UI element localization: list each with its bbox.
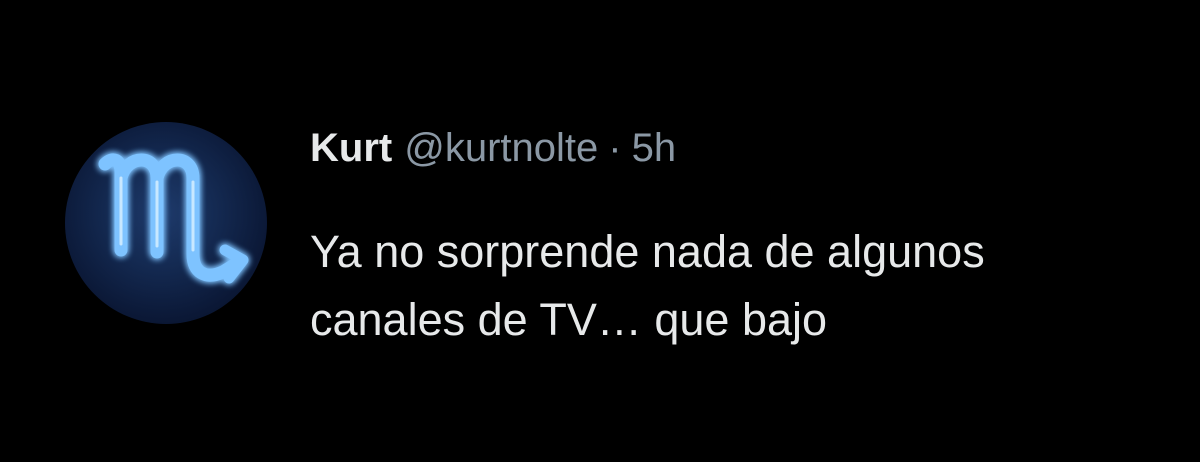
tweet-text-line: Ya no sorprende nada de algunos (310, 226, 985, 277)
author-display-name[interactable]: Kurt (310, 126, 392, 170)
tweet-card[interactable]: Kurt @kurtnolte · 5h Ya no sorprende nada d… (0, 0, 1200, 462)
avatar[interactable] (65, 122, 267, 324)
meta-separator: · (608, 126, 622, 170)
tweet-header: Kurt @kurtnolte · 5h (310, 124, 676, 172)
tweet-timestamp[interactable]: 5h (632, 126, 677, 170)
author-handle[interactable]: @kurtnolte (404, 126, 598, 170)
tweet-text: Ya no sorprende nada de algunos canales … (310, 218, 1170, 354)
tweet-text-line: canales de TV… que bajo (310, 294, 828, 345)
scorpio-zodiac-icon (98, 153, 249, 284)
